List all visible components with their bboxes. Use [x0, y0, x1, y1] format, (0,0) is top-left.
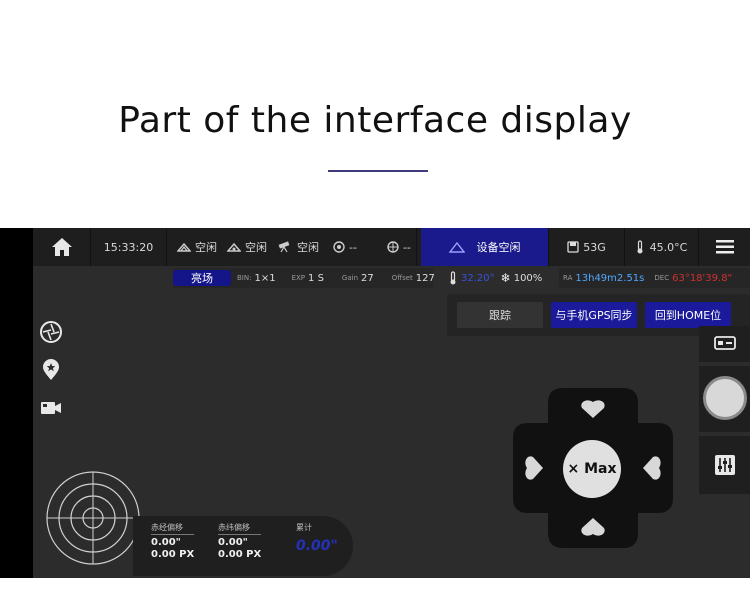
clock-time: 15:33:20 — [103, 240, 154, 254]
top-bar: 15:33:20 空闲 空闲 空闲 -- -- 设备空闲 53G 45.0°C — [33, 228, 750, 266]
track-button[interactable]: 跟踪 — [457, 302, 543, 328]
headline: Part of the interface display — [118, 100, 632, 141]
dec-offset-arcsec: 0.00" — [218, 537, 248, 548]
shutter-panel — [699, 366, 750, 432]
telescope-icon — [277, 241, 293, 253]
video-camera-icon — [41, 402, 61, 414]
sliders-icon[interactable] — [714, 454, 736, 476]
exp-label: EXP — [291, 274, 306, 282]
ra-value: 13h49m2.51s — [575, 272, 645, 284]
offset-value: 127 — [415, 272, 435, 284]
device3-status: 空闲 — [297, 241, 319, 254]
temperature-indicator: 45.0°C — [625, 228, 699, 266]
total-label: 累计 — [296, 523, 312, 532]
exp-value: 1 S — [308, 272, 324, 284]
mode-label: 亮场 — [191, 272, 213, 285]
guide-offset-panel: 赤经偏移 0.00" 0.00 PX 赤纬偏移 0.00" 0.00 PX 累计… — [133, 516, 353, 576]
total-value: 0.00" — [296, 538, 338, 554]
aperture-button[interactable] — [39, 320, 63, 344]
gain-value: 27 — [361, 272, 374, 284]
home-position-button[interactable]: 回到HOME位 — [645, 302, 731, 328]
location-button[interactable] — [39, 358, 63, 382]
ra-offset-arcsec: 0.00" — [151, 537, 181, 548]
location-star-icon — [43, 359, 59, 380]
mount-icon — [177, 242, 191, 252]
device-frame: 15:33:20 空闲 空闲 空闲 -- -- 设备空闲 53G 45.0°C … — [0, 228, 750, 578]
sensor-temp-value: 32.20° — [461, 272, 495, 284]
ra-offset: 赤经偏移 0.00" 0.00 PX — [151, 522, 195, 561]
storage-indicator: 53G — [549, 228, 625, 266]
device-status-banner: 设备空闲 — [421, 228, 549, 266]
menu-icon — [715, 240, 734, 254]
cooler-power-value: 100% — [513, 272, 543, 284]
idle-icon — [448, 241, 465, 253]
gps-sync-button[interactable]: 与手机GPS同步 — [551, 302, 637, 328]
gain-label: Gain — [341, 274, 359, 282]
aperture-icon — [40, 321, 62, 343]
focuser-icon — [333, 241, 345, 253]
settings-panel — [699, 436, 750, 494]
cooling-status: 32.20° ❄ 100% — [449, 268, 542, 288]
battery-panel — [699, 326, 750, 362]
storage-value: 53G — [583, 240, 606, 254]
ra-label: RA — [563, 274, 573, 282]
storage-icon — [567, 241, 579, 253]
home-icon — [51, 238, 72, 256]
shutter-button[interactable] — [703, 376, 747, 420]
thermometer-icon — [636, 240, 644, 254]
bin-label: BIN: — [237, 274, 252, 282]
dec-offset-label: 赤纬偏移 — [218, 522, 262, 535]
clock: 15:33:20 — [91, 228, 167, 266]
capture-settings: 亮场 BIN: 1×1 EXP 1 S Gain 27 Offset 127 — [173, 268, 435, 288]
video-button[interactable] — [39, 396, 63, 420]
snowflake-icon: ❄ — [500, 271, 511, 285]
temperature-value: 45.0°C — [649, 240, 688, 254]
app-screen: 15:33:20 空闲 空闲 空闲 -- -- 设备空闲 53G 45.0°C … — [33, 228, 750, 578]
ra-offset-px: 0.00 PX — [151, 549, 195, 560]
sensor-thermometer-icon — [449, 271, 457, 285]
dec-value: 63°18'39.8" — [672, 272, 733, 284]
coordinates: RA 13h49m2.51s DEC 63°18'39.8" — [563, 268, 732, 288]
device-status-text: 设备空闲 — [476, 241, 521, 254]
device5-status: -- — [402, 240, 411, 254]
guide-radar — [46, 471, 140, 565]
device-status-group: 空闲 空闲 空闲 -- -- — [167, 228, 417, 266]
camera-icon — [227, 242, 241, 252]
device2-status: 空闲 — [245, 241, 267, 254]
headline-underline — [328, 170, 428, 172]
dec-offset: 赤纬偏移 0.00" 0.00 PX — [218, 522, 262, 561]
menu-button[interactable] — [699, 228, 750, 266]
offset-label: Offset — [391, 274, 413, 282]
dec-offset-px: 0.00 PX — [218, 549, 262, 560]
mode-pill[interactable]: 亮场 — [173, 270, 231, 286]
battery-icon — [714, 336, 736, 350]
ra-offset-label: 赤经偏移 — [151, 522, 195, 535]
home-button[interactable] — [33, 228, 91, 266]
bin-value: 1×1 — [254, 272, 276, 284]
filter-wheel-icon — [387, 241, 399, 253]
speed-label: × Max — [567, 461, 617, 477]
dec-label: DEC — [654, 274, 670, 282]
device1-status: 空闲 — [195, 241, 217, 254]
speed-button[interactable]: × Max — [563, 440, 621, 498]
device4-status: -- — [349, 240, 357, 254]
